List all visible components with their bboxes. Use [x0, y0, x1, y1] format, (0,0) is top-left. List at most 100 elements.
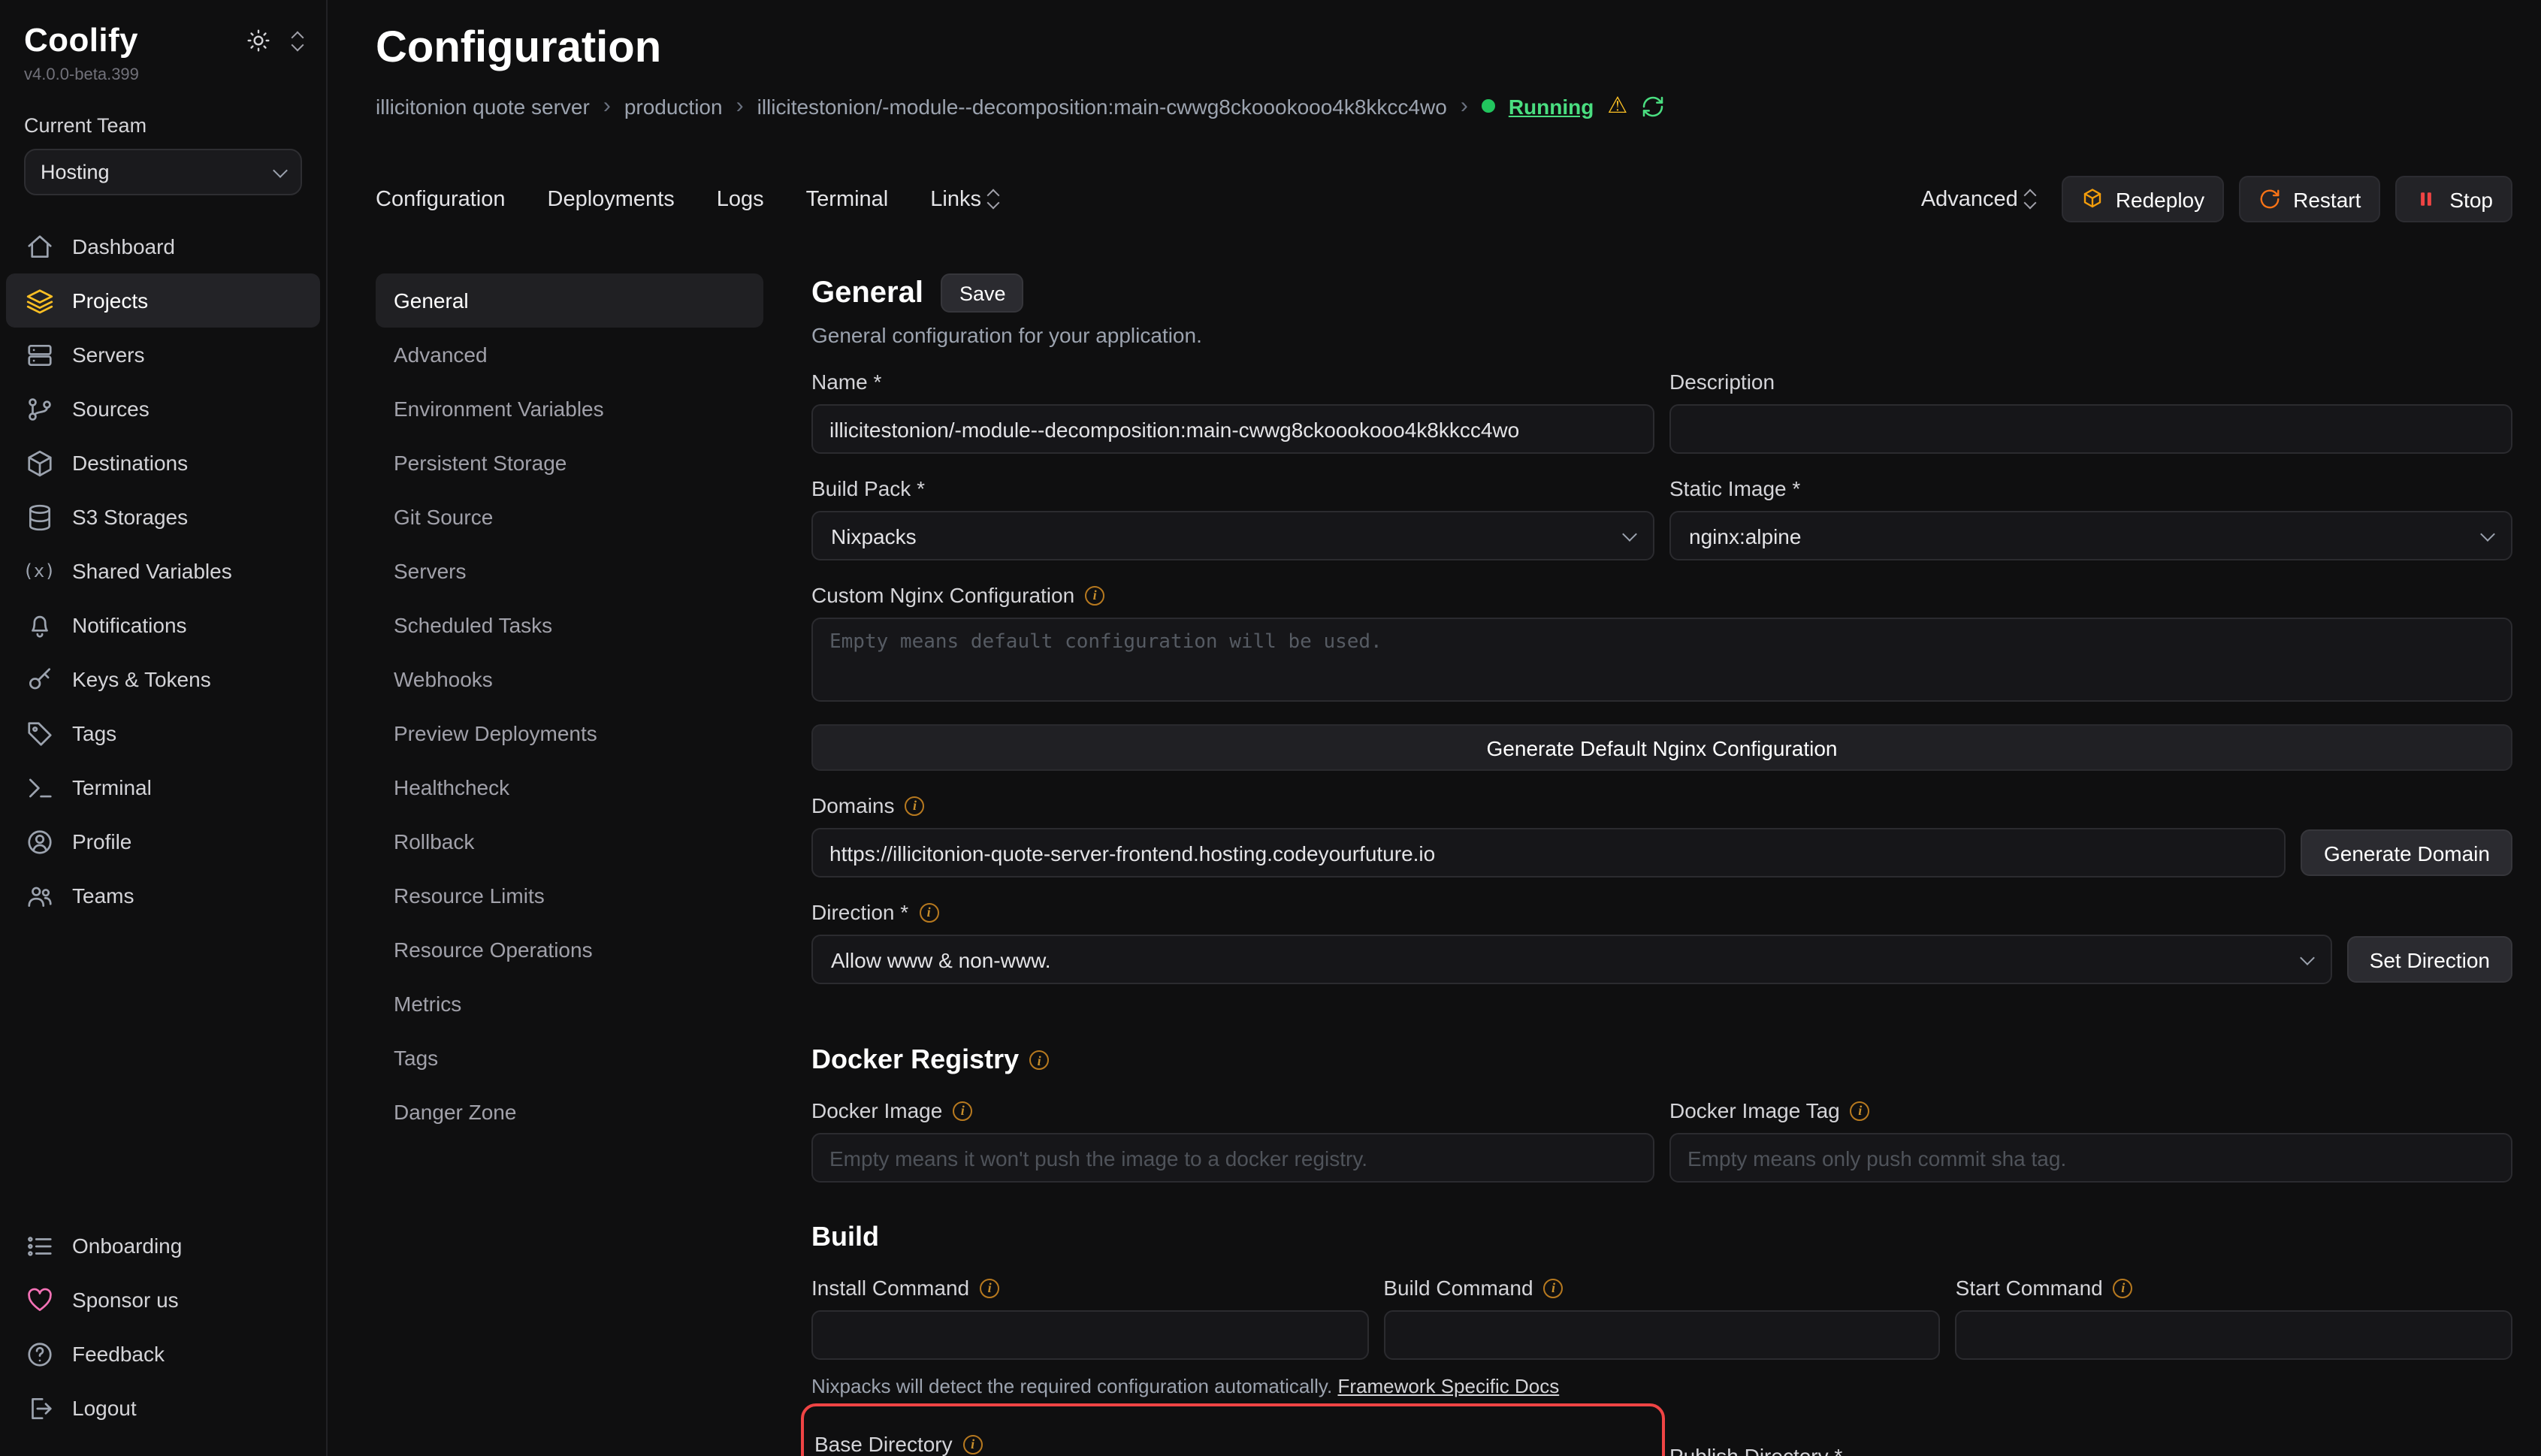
sidebar-item-keys-tokens[interactable]: Keys & Tokens — [6, 652, 320, 706]
tab-terminal[interactable]: Terminal — [806, 187, 889, 211]
info-icon — [2113, 1278, 2133, 1297]
sidebar-item-terminal[interactable]: Terminal — [6, 760, 320, 814]
settings-nav-preview-deployments[interactable]: Preview Deployments — [376, 706, 763, 760]
generate-domain-button[interactable]: Generate Domain — [2301, 829, 2512, 876]
generate-nginx-button[interactable]: Generate Default Nginx Configuration — [811, 724, 2512, 771]
tab-label: Logs — [717, 187, 764, 211]
base-directory-highlight-box: Base Directory — [801, 1403, 1665, 1456]
build-command-label: Build Command — [1383, 1276, 1533, 1300]
breadcrumb-project[interactable]: illicitonion quote server — [376, 94, 590, 118]
tag-icon — [24, 718, 54, 748]
custom-nginx-label: Custom Nginx Configuration — [811, 583, 1074, 607]
sidebar-item-onboarding[interactable]: Onboarding — [6, 1219, 320, 1273]
sidebar: Coolify v4.0.0-beta.399 Current Team Hos… — [0, 0, 328, 1456]
tab-label: Terminal — [806, 187, 889, 211]
description-input[interactable] — [1669, 404, 2512, 454]
variable-icon — [24, 556, 54, 586]
settings-nav-healthcheck[interactable]: Healthcheck — [376, 760, 763, 814]
info-icon — [905, 796, 925, 815]
status-dot — [1482, 99, 1495, 113]
sidebar-item-label: Dashboard — [72, 234, 175, 258]
tab-logs[interactable]: Logs — [717, 187, 764, 211]
docker-image-tag-input[interactable] — [1669, 1133, 2512, 1183]
heart-icon — [24, 1285, 54, 1315]
settings-nav-persistent-storage[interactable]: Persistent Storage — [376, 436, 763, 490]
settings-nav-tags[interactable]: Tags — [376, 1031, 763, 1085]
sidebar-item-feedback[interactable]: Feedback — [6, 1327, 320, 1381]
framework-docs-link[interactable]: Framework Specific Docs — [1337, 1375, 1559, 1397]
set-direction-button[interactable]: Set Direction — [2347, 936, 2512, 983]
info-icon — [919, 902, 938, 922]
restart-button[interactable]: Restart — [2239, 176, 2380, 222]
domains-label: Domains — [811, 793, 895, 817]
sidebar-item-destinations[interactable]: Destinations — [6, 436, 320, 490]
build-command-input[interactable] — [1383, 1310, 1940, 1360]
settings-nav-webhooks[interactable]: Webhooks — [376, 652, 763, 706]
stop-label: Stop — [2449, 187, 2493, 211]
start-command-input[interactable] — [1956, 1310, 2512, 1360]
info-icon — [953, 1101, 972, 1120]
chevron-right-icon: › — [1461, 93, 1468, 119]
direction-select[interactable]: Allow www & non-www. — [811, 935, 2332, 984]
settings-nav-environment-variables[interactable]: Environment Variables — [376, 382, 763, 436]
tab-deployments[interactable]: Deployments — [548, 187, 675, 211]
settings-nav-general[interactable]: General — [376, 273, 763, 328]
settings-nav-rollback[interactable]: Rollback — [376, 814, 763, 868]
sidebar-item-dashboard[interactable]: Dashboard — [6, 219, 320, 273]
sidebar-item-notifications[interactable]: Notifications — [6, 598, 320, 652]
tab-links[interactable]: Links — [930, 187, 998, 211]
sidebar-item-profile[interactable]: Profile — [6, 814, 320, 868]
advanced-toggle[interactable]: Advanced — [1921, 187, 2035, 211]
breadcrumb-environment[interactable]: production — [624, 94, 723, 118]
settings-nav-servers[interactable]: Servers — [376, 544, 763, 598]
settings-nav-scheduled-tasks[interactable]: Scheduled Tasks — [376, 598, 763, 652]
sidebar-item-label: Terminal — [72, 775, 152, 799]
settings-nav-advanced[interactable]: Advanced — [376, 328, 763, 382]
custom-nginx-textarea[interactable] — [811, 618, 2512, 702]
git-branch-icon — [24, 394, 54, 424]
sidebar-item-label: Sources — [72, 397, 150, 421]
tab-configuration[interactable]: Configuration — [376, 187, 506, 211]
build-pack-label: Build Pack * — [811, 476, 925, 500]
docker-image-input[interactable] — [811, 1133, 1654, 1183]
domains-input[interactable] — [811, 828, 2286, 878]
settings-nav-danger-zone[interactable]: Danger Zone — [376, 1085, 763, 1139]
sidebar-item-label: Teams — [72, 884, 134, 908]
theme-sun-icon[interactable] — [246, 29, 270, 53]
sidebar-item-tags[interactable]: Tags — [6, 706, 320, 760]
install-command-input[interactable] — [811, 1310, 1368, 1360]
sidebar-item-s3-storages[interactable]: S3 Storages — [6, 490, 320, 544]
static-image-select[interactable]: nginx:alpine — [1669, 511, 2512, 560]
status-running-link[interactable]: Running — [1509, 94, 1594, 118]
sidebar-item-sources[interactable]: Sources — [6, 382, 320, 436]
settings-nav-git-source[interactable]: Git Source — [376, 490, 763, 544]
general-form: General Save General configuration for y… — [811, 273, 2512, 1456]
settings-nav-resource-operations[interactable]: Resource Operations — [376, 923, 763, 977]
sidebar-item-label: Sponsor us — [72, 1288, 179, 1312]
redeploy-label: Redeploy — [2116, 187, 2204, 211]
description-label: Description — [1669, 370, 1775, 394]
sidebar-item-label: Servers — [72, 343, 144, 367]
sidebar-item-teams[interactable]: Teams — [6, 868, 320, 923]
version-selector-icon[interactable] — [293, 32, 302, 49]
save-button[interactable]: Save — [941, 273, 1024, 313]
bell-icon — [24, 610, 54, 640]
settings-nav-resource-limits[interactable]: Resource Limits — [376, 868, 763, 923]
sidebar-item-servers[interactable]: Servers — [6, 328, 320, 382]
sidebar-item-logout[interactable]: Logout — [6, 1381, 320, 1435]
refresh-status-icon[interactable] — [1641, 94, 1665, 118]
direction-label: Direction * — [811, 900, 908, 924]
redeploy-button[interactable]: Redeploy — [2062, 176, 2224, 222]
name-input[interactable] — [811, 404, 1654, 454]
layers-icon — [24, 285, 54, 316]
sidebar-item-projects[interactable]: Projects — [6, 273, 320, 328]
breadcrumb-application[interactable]: illicitestonion/-module--decomposition:m… — [757, 94, 1447, 118]
chevron-down-icon — [1622, 526, 1637, 541]
sidebar-item-sponsor[interactable]: Sponsor us — [6, 1273, 320, 1327]
settings-nav-metrics[interactable]: Metrics — [376, 977, 763, 1031]
warning-icon[interactable]: ⚠ — [1607, 95, 1627, 117]
team-select[interactable]: Hosting — [24, 149, 302, 195]
sidebar-item-shared-variables[interactable]: Shared Variables — [6, 544, 320, 598]
build-pack-select[interactable]: Nixpacks — [811, 511, 1654, 560]
stop-button[interactable]: Stop — [2395, 176, 2512, 222]
